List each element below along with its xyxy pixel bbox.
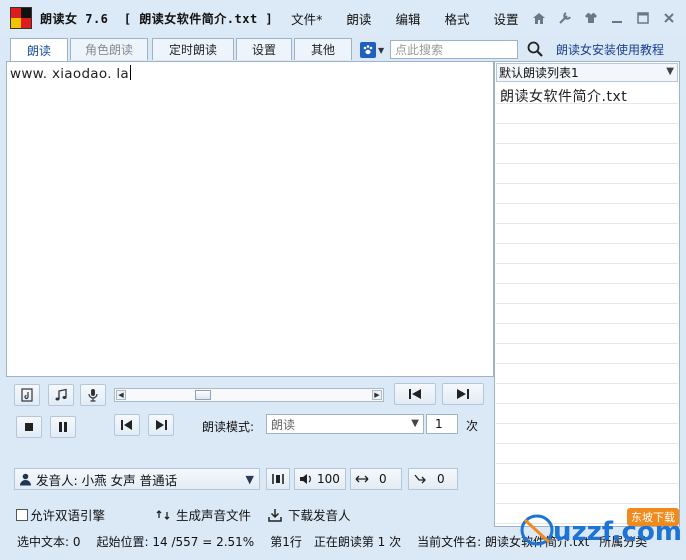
progress-slider[interactable]: ◀ ▶ <box>114 388 384 402</box>
stop-button[interactable] <box>16 416 42 438</box>
repeat-count-field[interactable]: 1 <box>426 414 458 434</box>
open-file-button[interactable] <box>14 384 40 406</box>
bilingual-engine-label: 允许双语引擎 <box>30 508 106 523</box>
menu-format[interactable]: 格式 <box>444 9 469 28</box>
editor-text: www. xiaodao. la <box>10 66 130 82</box>
playlist-item[interactable]: 朗读女软件简介.txt <box>500 86 627 106</box>
menu-file[interactable]: 文件* <box>291 9 322 28</box>
bilingual-engine-checkbox[interactable] <box>16 508 28 521</box>
tab-timed-read[interactable]: 定时朗读 <box>152 38 234 60</box>
read-mode-label: 朗读模式: <box>202 420 255 434</box>
playlist-select-value: 默认朗读列表1 <box>499 66 579 80</box>
speed-value: 0 <box>379 472 387 486</box>
generate-audio-button[interactable]: 生成声音文件 <box>156 505 251 524</box>
music-button[interactable] <box>48 384 74 406</box>
tab-role-read[interactable]: 角色朗读 <box>70 38 148 60</box>
menu-bar: 文件* 朗读 编辑 格式 设置 <box>291 9 542 28</box>
tab-row: 朗读 角色朗读 定时朗读 设置 其他 ▼ 朗读女安装使用教程 <box>0 36 686 62</box>
microphone-button[interactable] <box>80 384 106 406</box>
home-icon[interactable] <box>528 8 550 28</box>
person-icon <box>20 473 31 485</box>
voice-select-value: 发音人: 小燕 女声 普通话 <box>36 472 178 488</box>
next-button[interactable] <box>148 414 174 436</box>
text-editor[interactable]: www. xiaodao. la <box>6 61 494 377</box>
chevron-down-icon: ▼ <box>411 418 419 429</box>
repeat-unit-label: 次 <box>466 419 479 433</box>
menu-settings[interactable]: 设置 <box>493 9 518 28</box>
tab-read[interactable]: 朗读 <box>10 38 68 62</box>
volume-control[interactable]: 100 <box>294 468 346 490</box>
tab-settings[interactable]: 设置 <box>236 38 292 60</box>
download-voice-label: 下载发音人 <box>288 508 351 523</box>
chevron-down-icon: ▼ <box>666 66 674 77</box>
text-cursor <box>130 65 132 80</box>
status-bar: 选中文本: 0 起始位置: 14 /557 = 2.51% 第1行 正在朗读第 … <box>0 528 686 554</box>
scroll-left-icon[interactable]: ◀ <box>116 390 126 400</box>
download-icon <box>268 508 282 522</box>
status-reading-count: 正在朗读第 1 次 <box>313 534 402 549</box>
pitch-value: 0 <box>437 472 445 486</box>
maximize-icon[interactable] <box>632 8 654 28</box>
close-icon[interactable] <box>658 8 680 28</box>
previous-button[interactable] <box>114 414 140 436</box>
read-mode-select[interactable]: 朗读 ▼ <box>266 414 424 434</box>
menu-edit[interactable]: 编辑 <box>395 9 420 28</box>
minimize-icon[interactable] <box>606 8 628 28</box>
status-current-file: 当前文件名: 朗读女软件简介.txt <box>417 534 590 549</box>
control-panel: ◀ ▶ 朗读模式: 朗读 ▼ 1 次 发音人: 小燕 女声 普通话 ▼ 100 … <box>6 377 494 527</box>
install-tutorial-link[interactable]: 朗读女安装使用教程 <box>556 41 664 58</box>
search-engine-dropdown[interactable]: ▼ <box>360 41 388 59</box>
title-bar: 朗读女 7.6 [ 朗读女软件简介.txt ] 文件* 朗读 编辑 格式 设置 <box>0 0 686 36</box>
status-start-position: 起始位置: 14 /557 = 2.51% <box>96 534 255 549</box>
volume-value: 100 <box>317 472 340 486</box>
skin-icon[interactable] <box>580 8 602 28</box>
chevron-down-icon: ▼ <box>378 45 385 55</box>
download-voice-button[interactable]: 下载发音人 <box>268 505 351 524</box>
bilingual-engine-option[interactable]: 允许双语引擎 <box>16 505 105 524</box>
pause-button[interactable] <box>50 416 76 438</box>
pitch-icon <box>414 474 426 484</box>
previous-segment-button[interactable] <box>394 383 436 405</box>
status-category: 所属分类 <box>599 534 648 549</box>
menu-read[interactable]: 朗读 <box>346 9 371 28</box>
volume-icon <box>300 474 311 484</box>
window-title: 朗读女 7.6 [ 朗读女软件简介.txt ] <box>40 11 274 26</box>
playlist-select[interactable]: 默认朗读列表1 ▼ <box>496 63 678 82</box>
convert-icon <box>156 509 170 520</box>
generate-audio-label: 生成声音文件 <box>176 508 252 523</box>
playlist-rows <box>496 84 678 524</box>
slider-thumb[interactable] <box>195 390 211 400</box>
paw-icon <box>360 42 376 58</box>
speed-control[interactable]: 0 <box>350 468 402 490</box>
pitch-control[interactable]: 0 <box>408 468 458 490</box>
speed-icon <box>355 475 369 483</box>
search-input[interactable] <box>390 40 518 59</box>
status-line: 第1行 <box>270 534 302 549</box>
read-mode-value: 朗读 <box>271 417 296 432</box>
tools-icon[interactable] <box>554 8 576 28</box>
chevron-down-icon: ▼ <box>245 473 254 486</box>
next-segment-button[interactable] <box>442 383 484 405</box>
playlist-panel: 默认朗读列表1 ▼ 朗读女软件简介.txt <box>494 61 680 527</box>
voice-select[interactable]: 发音人: 小燕 女声 普通话 ▼ <box>14 468 260 490</box>
scroll-right-icon[interactable]: ▶ <box>372 390 382 400</box>
status-selected-text: 选中文本: 0 <box>17 534 81 549</box>
tab-other[interactable]: 其他 <box>294 38 352 60</box>
voice-test-button[interactable] <box>266 468 290 490</box>
editor-content: www. xiaodao. la <box>10 65 132 82</box>
window-controls <box>524 8 680 28</box>
search-icon[interactable] <box>524 39 546 59</box>
speaker-test-icon <box>272 474 284 484</box>
app-logo-icon <box>10 7 32 29</box>
